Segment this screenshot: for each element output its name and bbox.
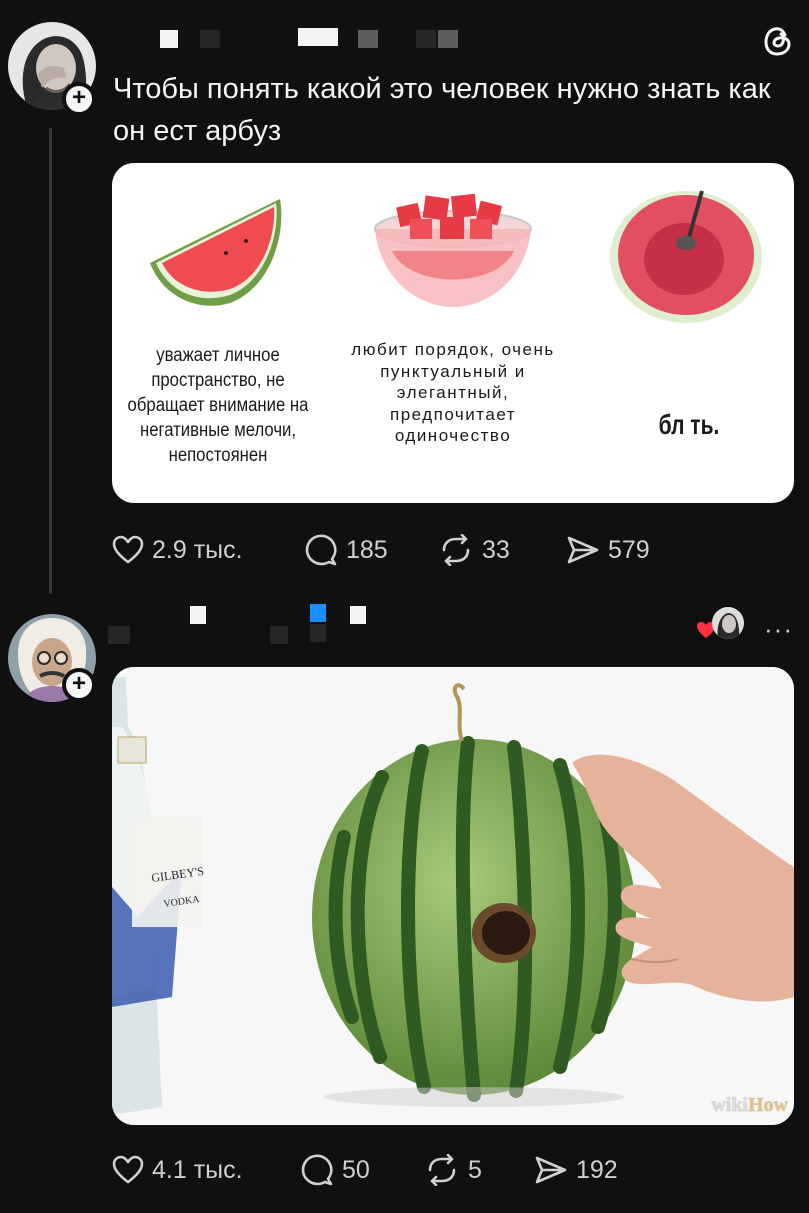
watermark-how: How bbox=[748, 1094, 788, 1116]
username-redacted bbox=[358, 30, 378, 48]
username-redacted bbox=[310, 604, 326, 622]
like-button[interactable]: 2.9 тыс. bbox=[112, 530, 243, 570]
like-button[interactable]: 4.1 тыс. bbox=[112, 1150, 243, 1190]
heart-icon bbox=[112, 535, 144, 564]
post-image-watermelon-photo[interactable]: GILBEY'S VODKA wikiHow bbox=[112, 667, 794, 1125]
caption-scooped: бл ть. bbox=[658, 409, 720, 440]
comment-icon bbox=[305, 534, 337, 566]
username-redacted bbox=[438, 30, 458, 48]
liker-avatar[interactable] bbox=[712, 607, 744, 639]
username-redacted bbox=[270, 626, 288, 644]
heart-icon bbox=[112, 1155, 144, 1184]
post-image-watermelon-chart[interactable]: уважает личное пространство, не обращает… bbox=[112, 163, 794, 503]
share-icon bbox=[535, 1156, 567, 1184]
watermark-wiki: wiki bbox=[711, 1094, 748, 1116]
username-redacted bbox=[190, 606, 206, 624]
reply-button[interactable]: 185 bbox=[304, 530, 388, 570]
thread-post-1: + Чтобы понять какой это человек нужно з… bbox=[0, 0, 809, 600]
thread-connector-line bbox=[49, 128, 52, 594]
username-redacted bbox=[350, 606, 366, 624]
watermelon-vodka-photo: GILBEY'S VODKA bbox=[112, 667, 794, 1125]
like-count: 2.9 тыс. bbox=[152, 535, 243, 564]
thread-post-2: + ··· GILBEY'S VODKA wikiHow 4.1 тыс. 50… bbox=[0, 600, 809, 1213]
follow-plus-icon[interactable]: + bbox=[62, 82, 96, 116]
repost-count: 5 bbox=[468, 1155, 482, 1184]
like-count: 4.1 тыс. bbox=[152, 1155, 243, 1184]
caption-bowl: любит порядок, очень пунктуальный и элег… bbox=[351, 340, 555, 445]
reply-button[interactable]: 50 bbox=[300, 1150, 370, 1190]
username-redacted bbox=[310, 624, 326, 642]
username-redacted[interactable] bbox=[108, 626, 130, 644]
more-icon[interactable]: ··· bbox=[764, 614, 793, 645]
comment-icon bbox=[301, 1154, 333, 1186]
repost-button[interactable]: 5 bbox=[424, 1150, 482, 1190]
share-icon bbox=[567, 536, 599, 564]
share-button[interactable]: 192 bbox=[534, 1150, 618, 1190]
repost-count: 33 bbox=[482, 535, 510, 564]
repost-button[interactable]: 33 bbox=[438, 530, 510, 570]
watermelon-slice-icon bbox=[150, 199, 282, 306]
share-count: 192 bbox=[576, 1155, 618, 1184]
reply-count: 50 bbox=[342, 1155, 370, 1184]
reply-count: 185 bbox=[346, 535, 388, 564]
watermelon-bowl-icon bbox=[374, 193, 532, 307]
share-count: 579 bbox=[608, 535, 650, 564]
username-redacted bbox=[416, 30, 436, 48]
follow-plus-icon[interactable]: + bbox=[62, 668, 96, 702]
repost-icon bbox=[442, 534, 470, 566]
post-text: Чтобы понять какой это человек нужно зна… bbox=[113, 73, 771, 147]
scooped-watermelon-icon bbox=[610, 190, 762, 323]
threads-logo-icon[interactable] bbox=[761, 24, 795, 58]
caption-slice: уважает личное пространство, не обращает… bbox=[127, 345, 309, 466]
username-redacted[interactable] bbox=[160, 30, 178, 48]
username-redacted bbox=[200, 30, 220, 48]
repost-icon bbox=[428, 1154, 456, 1186]
watermark: wikiHow bbox=[711, 1094, 788, 1117]
username-redacted bbox=[298, 28, 338, 46]
share-button[interactable]: 579 bbox=[566, 530, 650, 570]
